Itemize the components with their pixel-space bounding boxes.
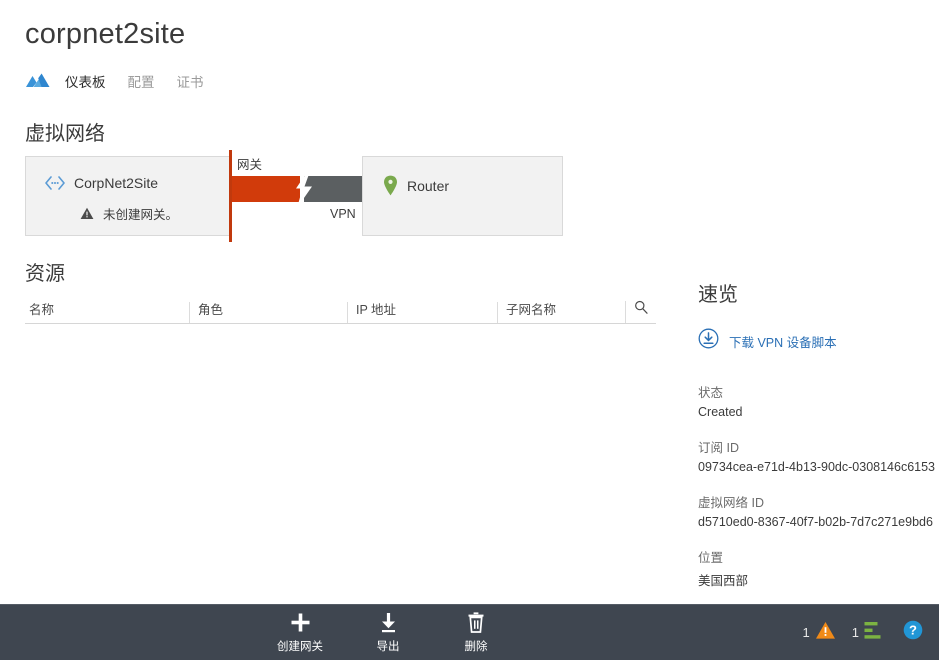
svg-text:?: ? [909,623,917,638]
page-title: corpnet2site [25,18,186,50]
toolbar-status-area: 1 1 ? [787,605,923,660]
trash-icon [467,611,485,633]
operations-list-icon [864,621,887,645]
tab-configure[interactable]: 配置 [128,73,155,93]
column-header-name[interactable]: 名称 [25,302,189,323]
export-button[interactable]: 导出 [344,605,432,660]
section-heading-resources: 资源 [25,263,65,285]
column-header-role[interactable]: 角色 [189,302,347,323]
broken-link-bolt-icon [289,170,319,208]
delete-button[interactable]: 删除 [432,605,520,660]
field-virtual-network-id-value: d5710ed0-8367-40f7-b02b-7d7c271e9bd6 [698,515,933,529]
field-subscription-id: 订阅 ID 09734cea-e71d-4b13-90dc-0308146c61… [698,437,939,474]
create-gateway-label: 创建网关 [277,641,323,653]
delete-label: 删除 [464,641,488,653]
field-location-key: 位置 [698,551,724,565]
connector-gateway-label: 网关 [237,158,263,172]
operations-count: 1 [851,625,859,640]
warnings-status[interactable]: 1 [803,621,836,645]
tab-certificates[interactable]: 证书 [177,73,204,93]
vnet-node-warning-text: 未创建网关。 [103,208,179,222]
warning-triangle-icon [815,621,836,645]
field-subscription-id-key: 订阅 ID [698,441,739,455]
virtual-network-icon [45,176,65,190]
map-pin-icon [383,175,398,196]
vnet-node-name: CorpNet2Site [74,175,159,191]
connector-vpn-label: VPN [330,207,356,221]
field-status-value: Created [698,405,743,419]
table-search-button[interactable] [625,300,656,323]
plus-icon [290,611,311,633]
operations-status[interactable]: 1 [852,621,887,645]
router-node-name: Router [407,177,450,194]
azure-cloud-icon [25,73,51,93]
field-location: 位置 美国西部 [698,547,939,589]
table-body [25,324,656,325]
network-diagram: CorpNet2Site 未创建网关。 网关 VPN Router [25,150,563,242]
vnet-node-header: CorpNet2Site [45,175,158,191]
vnet-node-warning: 未创建网关。 [80,204,178,223]
download-icon [379,611,398,633]
column-header-subnet-name[interactable]: 子网名称 [497,302,625,323]
vnet-dashboard-page: corpnet2site 仪表板 配置 证书 虚拟网络 CorpNet2Site… [0,0,939,660]
toolbar-actions: 创建网关 导出 删除 [256,605,520,660]
quick-glance-title: 速览 [698,284,738,306]
section-heading-virtual-network: 虚拟网络 [25,123,105,145]
search-icon [634,300,648,319]
field-location-value: 美国西部 [698,574,749,588]
field-status-key: 状态 [698,386,724,400]
field-subscription-id-value: 09734cea-e71d-4b13-90dc-0308146c6153 [698,460,936,474]
column-header-ip-address[interactable]: IP 地址 [347,302,497,323]
router-node-header: Router [383,175,449,196]
gateway-connector: 网关 VPN [229,150,369,242]
tab-dashboard[interactable]: 仪表板 [65,73,106,93]
download-vpn-script-label: 下载 VPN 设备脚本 [729,335,837,350]
field-virtual-network-id: 虚拟网络 ID d5710ed0-8367-40f7-b02b-7d7c271e… [698,492,939,529]
table-header-row: 名称 角色 IP 地址 子网名称 [25,296,656,324]
download-circle-icon [698,328,719,354]
warning-triangle-icon [80,207,94,220]
export-label: 导出 [376,641,400,653]
warnings-count: 1 [802,625,810,640]
tab-bar: 仪表板 配置 证书 [25,73,226,93]
bottom-toolbar: 创建网关 导出 删除 1 1 ? [0,604,939,660]
resources-table: 名称 角色 IP 地址 子网名称 [25,296,656,325]
vnet-node-card[interactable]: CorpNet2Site 未创建网关。 [25,156,230,236]
help-button[interactable]: ? [903,620,923,645]
help-circle-icon: ? [903,620,923,645]
router-node-card[interactable]: Router [362,156,563,236]
field-virtual-network-id-key: 虚拟网络 ID [698,496,764,510]
create-gateway-button[interactable]: 创建网关 [256,605,344,660]
field-status: 状态 Created [698,382,939,419]
download-vpn-script-link[interactable]: 下载 VPN 设备脚本 [698,328,939,354]
quick-glance-panel: 速览 下载 VPN 设备脚本 状态 Created 订阅 ID 09734cea… [698,278,939,607]
